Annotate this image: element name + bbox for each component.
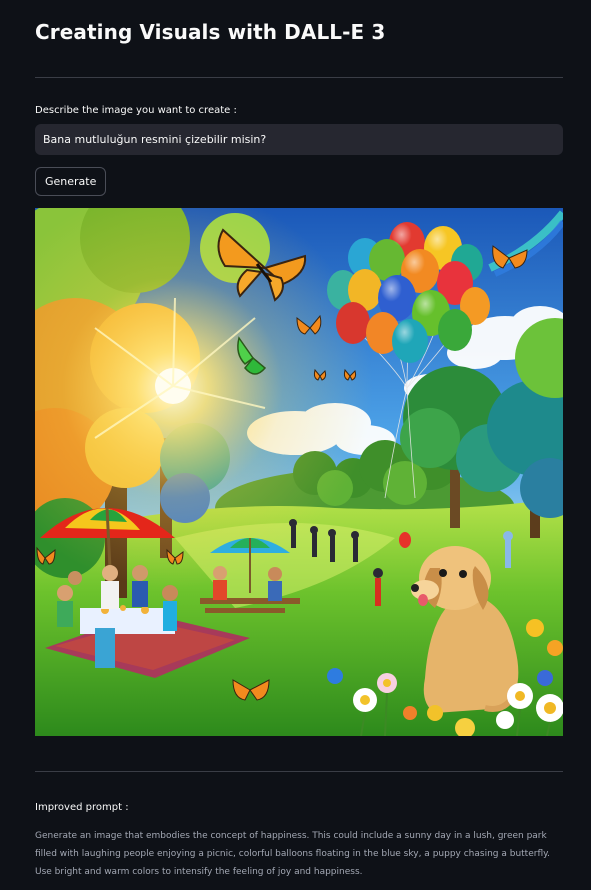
page-title: Creating Visuals with DALL-E 3	[35, 20, 386, 44]
prompt-input[interactable]	[35, 124, 563, 155]
improved-prompt-text: Generate an image that embodies the conc…	[35, 831, 551, 877]
generate-button[interactable]: Generate	[35, 167, 107, 196]
app-page: Creating Visuals with DALL-E 3 Describe …	[0, 0, 591, 890]
top-divider	[35, 77, 563, 78]
improved-prompt-label: Improved prompt :	[35, 802, 129, 813]
generated-image	[35, 208, 563, 736]
happiness-illustration	[35, 208, 563, 736]
bottom-divider	[35, 771, 563, 772]
prompt-label: Describe the image you want to create :	[35, 105, 237, 116]
